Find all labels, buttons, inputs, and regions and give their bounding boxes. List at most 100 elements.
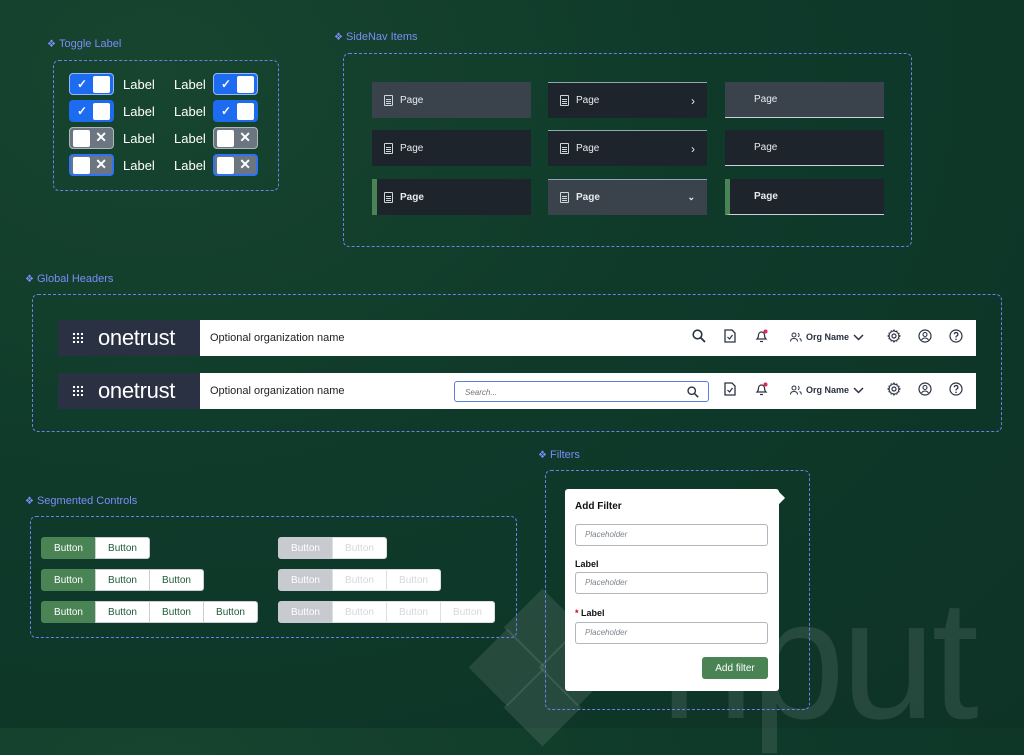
org-selector[interactable]: Org Name xyxy=(790,385,864,395)
toggle-label: Label xyxy=(174,77,206,92)
document-icon xyxy=(384,94,393,106)
segment-button-disabled: Button xyxy=(278,537,333,559)
task-document-icon[interactable] xyxy=(724,382,736,399)
settings-gear-icon[interactable] xyxy=(886,382,902,399)
global-header: onetrust Optional organization name Org … xyxy=(58,320,976,356)
chevron-down-icon xyxy=(853,386,864,394)
toggle-label: Label xyxy=(174,158,206,173)
segment-button[interactable]: Button xyxy=(95,601,150,623)
segmented-control: Button Button Button xyxy=(41,569,204,591)
toggle-on[interactable]: ✓ xyxy=(69,100,114,122)
user-profile-icon[interactable] xyxy=(918,382,932,399)
segment-button-disabled: Button xyxy=(332,569,387,591)
document-icon xyxy=(384,191,393,203)
sidenav-subitem-hover[interactable]: Page xyxy=(725,82,884,118)
toggle-off-focused[interactable]: ✕ xyxy=(69,154,114,176)
org-name-text: Optional organization name xyxy=(210,385,345,397)
segment-button[interactable]: Button xyxy=(95,537,150,559)
toggle-on[interactable]: ✓ xyxy=(213,100,258,122)
check-icon: ✓ xyxy=(221,104,232,118)
segmented-control-disabled: Button Button xyxy=(278,537,387,559)
sidenav-item-expandable[interactable]: Page › xyxy=(548,82,707,118)
segment-button-disabled: Button xyxy=(332,537,387,559)
help-icon[interactable] xyxy=(949,382,963,399)
org-selector[interactable]: Org Name xyxy=(790,332,864,342)
segmented-control-disabled: Button Button Button xyxy=(278,569,441,591)
segment-button-selected[interactable]: Button xyxy=(41,569,96,591)
sidenav-item-expandable[interactable]: Page › xyxy=(548,130,707,166)
close-icon: ✕ xyxy=(239,129,251,145)
segmented-control-disabled: Button Button Button Button xyxy=(278,601,495,623)
settings-gear-icon[interactable] xyxy=(886,329,902,346)
document-icon xyxy=(384,142,393,154)
global-header-with-search: onetrust Optional organization name Org … xyxy=(58,373,976,409)
toggle-label: Label xyxy=(123,104,155,119)
help-icon[interactable] xyxy=(949,329,963,346)
chevron-down-icon: ⌄ xyxy=(687,192,695,202)
search-field[interactable] xyxy=(454,381,709,402)
section-title-filters: ❖ Filters xyxy=(538,449,580,461)
toggle-off-focused[interactable]: ✕ xyxy=(213,154,258,176)
sidenav-item-expanded[interactable]: Page ⌄ xyxy=(548,179,707,215)
toggle-on[interactable]: ✓ xyxy=(69,73,114,95)
chevron-down-icon xyxy=(853,333,864,341)
search-icon[interactable] xyxy=(692,329,706,346)
toggle-label: Label xyxy=(123,77,155,92)
section-title-toggle: ❖ Toggle Label xyxy=(47,38,122,50)
filter-input-3[interactable]: Placeholder xyxy=(575,622,768,644)
panel-title: Add Filter xyxy=(575,501,622,512)
notification-bell-icon[interactable] xyxy=(755,329,768,346)
org-name-text: Optional organization name xyxy=(210,332,345,344)
section-title-segmented: ❖ Segmented Controls xyxy=(25,495,138,507)
check-icon: ✓ xyxy=(77,104,88,118)
segmented-control: Button Button xyxy=(41,537,150,559)
document-icon xyxy=(560,192,569,203)
toggle-on[interactable]: ✓ xyxy=(213,73,258,95)
segment-button[interactable]: Button xyxy=(203,601,258,623)
add-filter-panel: Add Filter Placeholder Label Placeholder… xyxy=(565,489,779,691)
users-icon xyxy=(790,385,802,395)
segment-button-disabled: Button xyxy=(332,601,387,623)
segmented-control: Button Button Button Button xyxy=(41,601,258,623)
required-field-label: * Label xyxy=(575,608,605,618)
logo-area: onetrust xyxy=(58,373,200,409)
close-icon: ✕ xyxy=(95,129,107,145)
users-icon xyxy=(790,332,802,342)
sidenav-subitem[interactable]: Page xyxy=(725,130,884,166)
user-profile-icon[interactable] xyxy=(918,329,932,346)
field-label: Label xyxy=(575,559,599,569)
sidenav-subitem-active[interactable]: Page xyxy=(725,179,884,215)
segment-button-selected[interactable]: Button xyxy=(41,601,96,623)
toggle-off[interactable]: ✕ xyxy=(69,127,114,149)
sidenav-item-active[interactable]: Page xyxy=(372,179,531,215)
segment-button-disabled: Button xyxy=(278,569,333,591)
segment-button-disabled: Button xyxy=(440,601,495,623)
toggle-label: Label xyxy=(123,158,155,173)
segment-button-disabled: Button xyxy=(386,601,441,623)
required-asterisk: * xyxy=(575,608,579,618)
segment-button[interactable]: Button xyxy=(95,569,150,591)
filter-input-1[interactable]: Placeholder xyxy=(575,524,768,546)
segment-button-selected[interactable]: Button xyxy=(41,537,96,559)
add-filter-button[interactable]: Add filter xyxy=(702,657,768,679)
app-grid-icon[interactable] xyxy=(72,332,83,343)
segment-button[interactable]: Button xyxy=(149,601,204,623)
segment-button-disabled: Button xyxy=(386,569,441,591)
segment-button[interactable]: Button xyxy=(149,569,204,591)
logo[interactable]: onetrust xyxy=(98,378,175,404)
document-icon xyxy=(560,95,569,106)
toggle-off[interactable]: ✕ xyxy=(213,127,258,149)
search-input[interactable] xyxy=(463,383,667,402)
search-icon[interactable] xyxy=(687,386,699,398)
filter-input-2[interactable]: Placeholder xyxy=(575,572,768,594)
toggle-label: Label xyxy=(123,131,155,146)
sidenav-item-hover[interactable]: Page xyxy=(372,82,531,118)
toggle-label: Label xyxy=(174,131,206,146)
headers-section xyxy=(32,294,1002,432)
sidenav-item[interactable]: Page xyxy=(372,130,531,166)
check-icon: ✓ xyxy=(77,77,88,91)
notification-bell-icon[interactable] xyxy=(755,382,768,399)
app-grid-icon[interactable] xyxy=(72,385,83,396)
task-document-icon[interactable] xyxy=(724,329,736,346)
logo[interactable]: onetrust xyxy=(98,325,175,351)
